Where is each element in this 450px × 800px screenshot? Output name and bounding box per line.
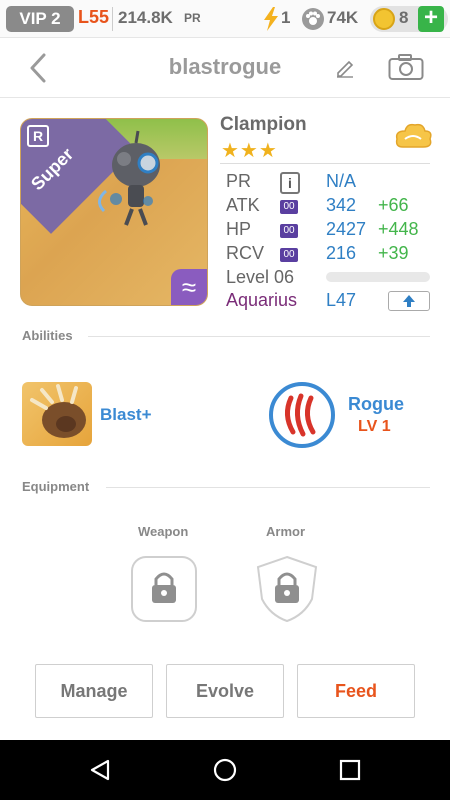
stat-bonus: +66: [378, 195, 409, 215]
ability-claw-icon[interactable]: [22, 382, 92, 446]
monster-card[interactable]: Super R ≈: [20, 118, 208, 306]
info-icon[interactable]: i: [280, 172, 300, 194]
stat-chip-icon: 00: [280, 200, 298, 214]
nav-recent-apps-icon[interactable]: [339, 759, 361, 781]
page-header: blastrogue: [0, 38, 450, 98]
manage-button[interactable]: Manage: [35, 664, 153, 718]
equipment-section-title: Equipment: [22, 479, 90, 494]
cloud-badge-icon[interactable]: [393, 121, 433, 153]
stat-chip-icon: 00: [280, 248, 298, 262]
rogue-class-icon[interactable]: [269, 382, 335, 448]
monster-artwork: [98, 130, 160, 226]
element-water-icon: ≈: [171, 269, 207, 305]
nav-home-icon[interactable]: [213, 758, 237, 782]
stat-label: ATK: [226, 195, 260, 215]
coin-count: 8: [399, 8, 409, 27]
camera-icon[interactable]: [388, 53, 424, 81]
abilities-section-title: Abilities: [22, 328, 73, 343]
up-arrow-icon: [403, 295, 415, 307]
stat-label: PR: [226, 171, 252, 191]
ability-name[interactable]: Blast+: [100, 405, 152, 425]
vip-badge[interactable]: VIP 2: [6, 6, 74, 32]
coin-icon: [373, 8, 395, 30]
stat-label: RCV: [226, 243, 265, 263]
power-rating-value: 214.8K: [118, 8, 173, 27]
divider: [88, 336, 430, 337]
stat-row-atk: ATK 00 342 +66: [226, 195, 446, 219]
armor-slot[interactable]: [254, 555, 320, 623]
energy-count: 1: [281, 8, 291, 27]
zodiac-sign[interactable]: Aquarius: [226, 290, 297, 311]
edit-pencil-icon[interactable]: [334, 56, 356, 78]
armor-label: Armor: [266, 524, 306, 539]
weapon-label: Weapon: [138, 524, 189, 539]
stat-label: HP: [226, 219, 252, 239]
paw-food-icon: [302, 8, 324, 30]
stat-bonus: +39: [378, 243, 409, 263]
system-navigation-bar: [0, 740, 450, 800]
divider: [106, 487, 430, 488]
stat-row-hp: HP 00 2427 +448: [226, 219, 446, 243]
food-count: 74K: [327, 8, 359, 27]
class-name: Rogue: [348, 394, 404, 414]
page-title: blastrogue: [168, 54, 282, 79]
stat-value: 216: [326, 243, 357, 263]
stat-value: 2427: [326, 219, 367, 239]
stat-value: N/A: [326, 171, 357, 191]
add-coins-button[interactable]: +: [418, 6, 444, 32]
stat-bonus: +448: [378, 219, 419, 239]
divider: [112, 7, 113, 31]
resource-bar: VIP 2 L55 214.8K PR 1 74K 8 +: [0, 0, 450, 38]
player-level: L55: [78, 7, 110, 27]
level-label: Level 06: [226, 267, 295, 287]
evolve-button[interactable]: Evolve: [166, 664, 284, 718]
power-rating-label: PR: [184, 11, 201, 25]
stat-row-rcv: RCV 00 216 +39: [226, 243, 446, 267]
stat-chip-icon: 00: [280, 224, 298, 238]
level-up-button[interactable]: [388, 291, 430, 311]
class-level: LV 1: [358, 418, 391, 435]
divider: [220, 163, 430, 164]
rarity-badge: R: [27, 125, 49, 147]
nav-back-icon[interactable]: [88, 758, 112, 782]
stat-value: 342: [326, 195, 357, 215]
zodiac-level: L47: [326, 290, 357, 310]
star-rating: ★★★: [221, 140, 278, 162]
xp-progress-bar: [326, 272, 430, 282]
energy-bolt-icon: [264, 7, 278, 31]
stat-row-pr: PR i N/A: [226, 171, 446, 195]
feed-button[interactable]: Feed: [297, 664, 415, 718]
monster-name: Clampion: [220, 114, 307, 135]
weapon-slot[interactable]: [130, 555, 198, 623]
